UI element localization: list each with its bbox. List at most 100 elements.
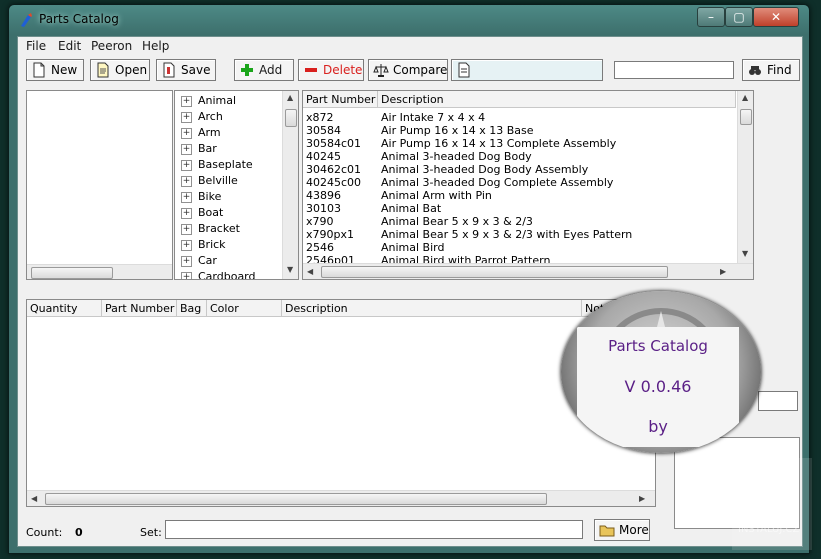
inventory-hscrollbar[interactable]: ◀ ▶ xyxy=(27,490,655,506)
menu-help[interactable]: Help xyxy=(142,39,169,53)
description-cell: Air Intake 7 x 4 x 4 xyxy=(381,111,486,124)
description-cell: Animal 3-headed Dog Body Assembly xyxy=(381,163,589,176)
tree-item[interactable]: + Bracket xyxy=(181,221,240,237)
tree-item-label: Baseplate xyxy=(198,158,253,171)
parts-header-description[interactable]: Description xyxy=(378,91,736,108)
menu-peeron[interactable]: Peeron xyxy=(91,39,132,53)
tree-expand-icon[interactable]: + xyxy=(181,271,192,279)
new-document-icon xyxy=(33,62,45,78)
tree-expand-icon[interactable]: + xyxy=(181,191,192,203)
part-lookup-field[interactable] xyxy=(451,59,603,81)
inv-header-part-number[interactable]: Part Number xyxy=(102,300,177,317)
find-input[interactable] xyxy=(614,61,734,79)
tree-expand-icon[interactable]: + xyxy=(181,95,192,107)
tree-expand-icon[interactable]: + xyxy=(181,207,192,219)
tree-expand-icon[interactable]: + xyxy=(181,223,192,235)
tree-item[interactable]: + Car xyxy=(181,253,217,269)
more-button-label: More xyxy=(619,523,649,537)
inv-header-color[interactable]: Color xyxy=(207,300,282,317)
parts-header-part-number[interactable]: Part Number xyxy=(303,91,378,108)
tree-item[interactable]: + Belville xyxy=(181,173,238,189)
minimize-button[interactable]: – xyxy=(697,7,725,27)
delete-button[interactable]: Delete xyxy=(298,59,364,81)
maximize-button[interactable]: ▢ xyxy=(725,7,753,27)
tree-item[interactable]: + Arm xyxy=(181,125,221,141)
tree-scroll-thumb[interactable] xyxy=(285,109,297,127)
tree-item[interactable]: + Arch xyxy=(181,109,223,125)
close-button[interactable]: ✕ xyxy=(753,7,799,27)
part-number-cell: x790px1 xyxy=(306,228,354,241)
set-input[interactable] xyxy=(165,520,583,539)
save-icon xyxy=(163,62,175,78)
table-row[interactable]: x790px1 Animal Bear 5 x 9 x 3 & 2/3 with … xyxy=(303,228,735,241)
parts-scroll-left-icon[interactable]: ◀ xyxy=(307,267,313,276)
add-button[interactable]: Add xyxy=(234,59,294,81)
menu-file[interactable]: File xyxy=(26,39,46,53)
more-button[interactable]: More xyxy=(594,519,650,541)
tree-expand-icon[interactable]: + xyxy=(181,175,192,187)
tree-item[interactable]: + Bar xyxy=(181,141,217,157)
tree-expand-icon[interactable]: + xyxy=(181,127,192,139)
new-button[interactable]: New xyxy=(26,59,84,81)
table-row[interactable]: 40245 Animal 3-headed Dog Body xyxy=(303,150,735,163)
find-button[interactable]: Find xyxy=(742,59,800,81)
open-button[interactable]: Open xyxy=(90,59,150,81)
description-cell: Air Pump 16 x 14 x 13 Complete Assembly xyxy=(381,137,617,150)
inv-header-quantity[interactable]: Quantity xyxy=(27,300,102,317)
parts-scroll-down-icon[interactable]: ▼ xyxy=(742,249,748,258)
inv-header-description[interactable]: Description xyxy=(282,300,582,317)
tree-item[interactable]: + Cardboard xyxy=(181,269,256,279)
table-row[interactable]: 40245c00 Animal 3-headed Dog Complete Ass… xyxy=(303,176,735,189)
table-row[interactable]: 30584 Air Pump 16 x 14 x 13 Base xyxy=(303,124,735,137)
part-number-cell: 30103 xyxy=(306,202,341,215)
inv-scroll-right-icon[interactable]: ▶ xyxy=(639,494,645,503)
plus-icon xyxy=(241,64,253,76)
tree-item[interactable]: + Brick xyxy=(181,237,226,253)
table-row[interactable]: x790 Animal Bear 5 x 9 x 3 & 2/3 xyxy=(303,215,735,228)
title-bar[interactable]: Parts Catalog – ▢ ✕ xyxy=(9,5,809,35)
parts-scroll-right-icon[interactable]: ▶ xyxy=(720,267,726,276)
parts-scroll-up-icon[interactable]: ▲ xyxy=(742,93,748,102)
tree-scroll-up-icon[interactable]: ▲ xyxy=(287,93,293,102)
save-button[interactable]: Save xyxy=(156,59,216,81)
table-row[interactable]: 30584c01 Air Pump 16 x 14 x 13 Complete A… xyxy=(303,137,735,150)
open-document-icon xyxy=(97,62,109,78)
parts-hscrollbar[interactable]: ◀ ▶ xyxy=(303,263,753,279)
table-row[interactable]: 43896 Animal Arm with Pin xyxy=(303,189,735,202)
detail-input[interactable] xyxy=(758,391,798,411)
set-label: Set: xyxy=(140,526,162,539)
table-row[interactable]: 2546 Animal Bird xyxy=(303,241,735,254)
table-row[interactable]: 30462c01 Animal 3-headed Dog Body Assembl… xyxy=(303,163,735,176)
parts-hscroll-thumb[interactable] xyxy=(321,266,668,278)
tree-item-label: Arm xyxy=(198,126,221,139)
tree-expand-icon[interactable]: + xyxy=(181,255,192,267)
description-cell: Animal Bird xyxy=(381,241,445,254)
tree-item[interactable]: + Boat xyxy=(181,205,223,221)
tree-item[interactable]: + Baseplate xyxy=(181,157,253,173)
compare-button[interactable]: Compare xyxy=(368,59,448,81)
inv-header-bag[interactable]: Bag xyxy=(177,300,207,317)
table-row[interactable]: 30103 Animal Bat xyxy=(303,202,735,215)
watermark-text: INSTALUJ.CZ xyxy=(738,524,800,535)
tree-item-label: Belville xyxy=(198,174,238,187)
tree-expand-icon[interactable]: + xyxy=(181,239,192,251)
preview-hscroll-thumb[interactable] xyxy=(31,267,113,279)
preview-hscrollbar[interactable] xyxy=(27,264,172,279)
count-value: 0 xyxy=(75,526,83,539)
parts-scroll-thumb[interactable] xyxy=(740,109,752,125)
description-cell: Animal Bat xyxy=(381,202,442,215)
parts-vscrollbar[interactable]: ▲ ▼ xyxy=(737,91,753,263)
inventory-hscroll-thumb[interactable] xyxy=(45,493,547,505)
tree-expand-icon[interactable]: + xyxy=(181,111,192,123)
app-window: Parts Catalog – ▢ ✕ File Edit Peeron Hel… xyxy=(8,4,810,554)
tree-expand-icon[interactable]: + xyxy=(181,159,192,171)
tree-item[interactable]: + Animal xyxy=(181,93,236,109)
inv-scroll-left-icon[interactable]: ◀ xyxy=(31,494,37,503)
menu-edit[interactable]: Edit xyxy=(58,39,81,53)
tree-expand-icon[interactable]: + xyxy=(181,143,192,155)
table-row[interactable]: x872 Air Intake 7 x 4 x 4 xyxy=(303,111,735,124)
tree-item[interactable]: + Bike xyxy=(181,189,221,205)
tree-scroll-down-icon[interactable]: ▼ xyxy=(287,265,293,274)
splash-title: Parts Catalog xyxy=(608,337,708,355)
tree-vscrollbar[interactable]: ▲ ▼ xyxy=(282,91,298,279)
